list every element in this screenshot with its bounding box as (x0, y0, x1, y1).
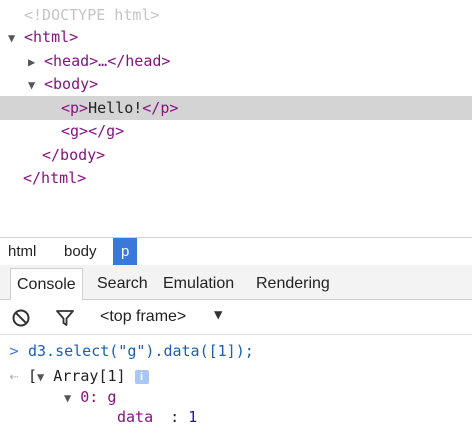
dropdown-caret-icon[interactable]: ▼ (214, 307, 222, 323)
breadcrumb: html body p (0, 237, 472, 266)
drawer-tabs: Console Search Emulation Rendering (0, 265, 472, 300)
breadcrumb-body[interactable]: body (56, 238, 105, 265)
result-arrow-icon: ⇠ (9, 367, 19, 385)
input-prompt-icon: > (9, 342, 19, 360)
html-close-node[interactable]: </html> (0, 166, 472, 190)
html-node[interactable]: ▼ <html> (0, 25, 472, 49)
tab-rendering[interactable]: Rendering (250, 268, 336, 299)
console-input-line[interactable]: > d3.select("g").data([1]); (0, 340, 472, 362)
data-key: data (117, 408, 154, 426)
tab-search[interactable]: Search (91, 268, 154, 299)
data-separator: : (170, 408, 180, 426)
p-open-tag: <p> (61, 99, 89, 117)
tab-emulation[interactable]: Emulation (157, 268, 240, 299)
p-text: Hello! (88, 99, 143, 117)
html-close-tag: </html> (23, 169, 87, 187)
g-close-tag: </g> (88, 122, 125, 140)
doctype-line[interactable]: <!DOCTYPE html> (0, 3, 472, 27)
expanded-triangle-icon[interactable]: ▼ (37, 370, 44, 384)
expanded-triangle-icon[interactable]: ▼ (8, 26, 20, 50)
p-node-selected[interactable]: <p>Hello!</p> (0, 96, 472, 120)
doctype-text: <!DOCTYPE html> (24, 6, 160, 24)
tab-console[interactable]: Console (10, 268, 83, 300)
expanded-triangle-icon[interactable]: ▼ (28, 73, 40, 97)
console-command: d3.select("g").data([1]); (28, 342, 254, 360)
array-label: Array[1] (53, 367, 126, 385)
console-output: > d3.select("g").data([1]); ⇠ [▼ Array[1] … (0, 335, 472, 430)
filter-icon[interactable] (55, 308, 75, 328)
g-open-tag: <g> (61, 122, 89, 140)
clear-console-icon[interactable] (11, 308, 31, 328)
console-toolbar: <top frame> ▼ (0, 300, 472, 335)
data-property-line: data : 1 (0, 406, 472, 428)
body-close-node[interactable]: </body> (0, 143, 472, 167)
body-close-tag: </body> (42, 146, 106, 164)
elements-panel: <!DOCTYPE html> ▼ <html> ▶ <head>…</head> … (0, 0, 472, 237)
breadcrumb-html[interactable]: html (0, 238, 44, 265)
head-node[interactable]: ▶ <head>…</head> (0, 49, 472, 73)
body-open-tag: <body> (44, 75, 99, 93)
breadcrumb-p[interactable]: p (113, 238, 138, 265)
info-icon[interactable]: i (134, 370, 149, 384)
p-close-tag: </p> (142, 99, 179, 117)
item-key: 0: (80, 388, 99, 406)
expanded-triangle-icon[interactable]: ▼ (64, 391, 71, 405)
data-value: 1 (188, 408, 198, 426)
frame-selector[interactable]: <top frame> (100, 300, 186, 334)
collapsed-triangle-icon[interactable]: ▶ (28, 50, 40, 74)
console-result-line[interactable]: ⇠ [▼ Array[1] i (0, 365, 472, 387)
head-tag: <head>…</head> (44, 52, 171, 70)
array-item-line[interactable]: ▼ 0: g (0, 386, 472, 408)
body-node[interactable]: ▼ <body> (0, 72, 472, 96)
item-value: g (107, 388, 117, 406)
g-node[interactable]: <g></g> (0, 119, 472, 143)
array-bracket: [ (28, 367, 38, 385)
html-open-tag: <html> (24, 28, 79, 46)
